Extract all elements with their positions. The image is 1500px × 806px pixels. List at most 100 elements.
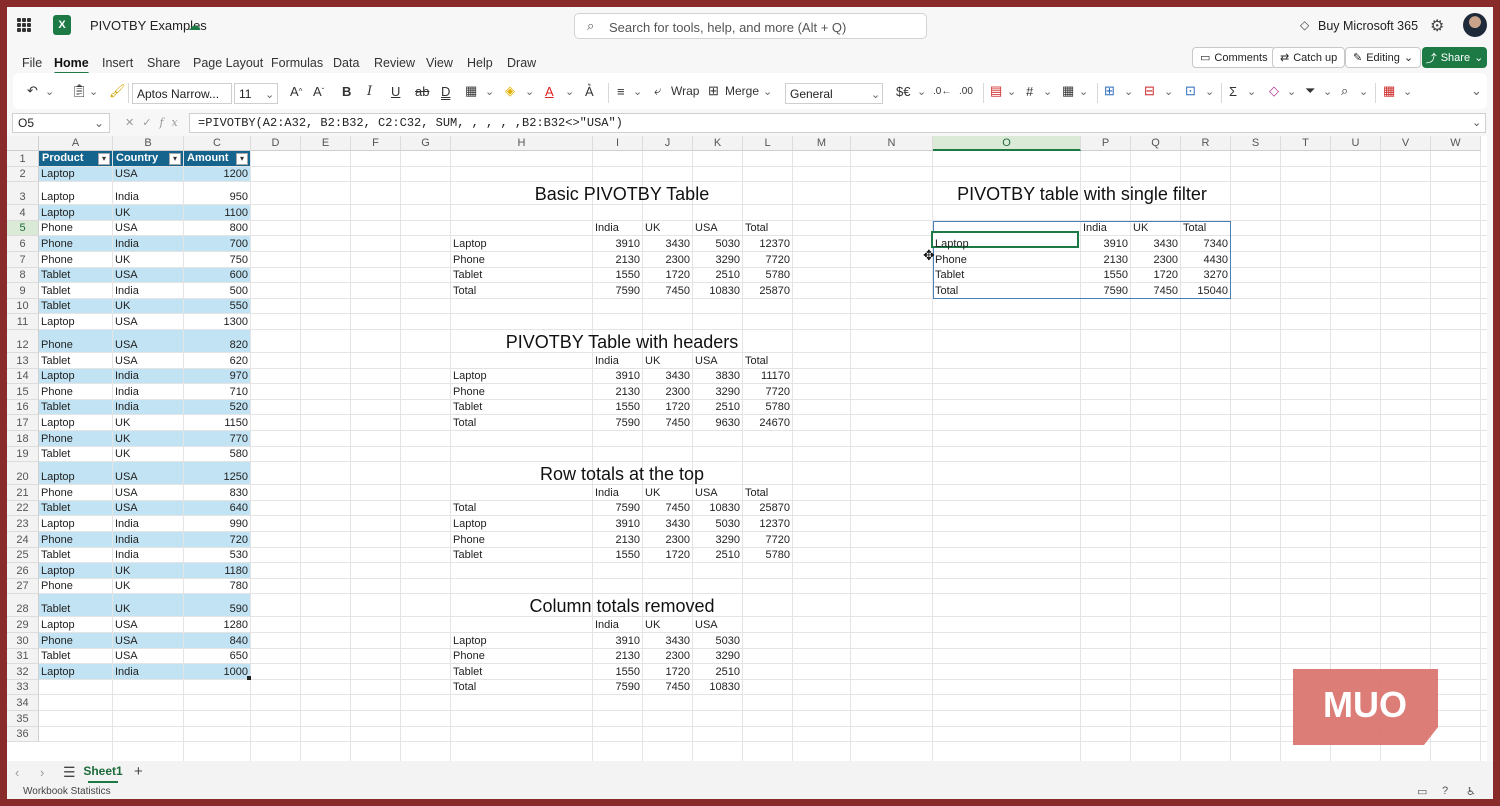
column-header-w[interactable]: W (1431, 136, 1481, 151)
column-header-d[interactable]: D (251, 136, 301, 151)
conditional-format-icon[interactable]: ▤ (990, 82, 1002, 100)
row-header-4[interactable]: 4 (7, 205, 39, 221)
column-header-a[interactable]: A (39, 136, 113, 151)
buy-microsoft-365-link[interactable]: Buy Microsoft 365 (1318, 19, 1418, 33)
catch-up-button[interactable]: ⇄ Catch up (1272, 47, 1346, 68)
chevron-down-icon[interactable]: ⌄ (633, 82, 642, 100)
tab-share[interactable]: Share (147, 56, 180, 70)
column-header-k[interactable]: K (693, 136, 743, 151)
autosum-icon[interactable]: Σ (1229, 82, 1237, 100)
column-header-u[interactable]: U (1331, 136, 1381, 151)
clear-icon[interactable]: ◇ (1269, 82, 1279, 100)
format-painter-icon[interactable]: 🖌︎ (109, 82, 126, 100)
chevron-down-icon[interactable]: ⌄ (1472, 116, 1481, 129)
row-header-15[interactable]: 15 (7, 384, 39, 400)
chevron-down-icon[interactable]: ⌄ (485, 82, 494, 100)
chevron-down-icon[interactable]: ⌄ (763, 82, 772, 100)
row-header-20[interactable]: 20 (7, 462, 39, 486)
decrease-decimal-icon[interactable]: .0← (933, 82, 951, 100)
column-header-i[interactable]: I (593, 136, 643, 151)
tab-formulas[interactable]: Formulas (271, 56, 323, 70)
column-header-m[interactable]: M (793, 136, 851, 151)
row-header-6[interactable]: 6 (7, 236, 39, 252)
chevron-down-icon[interactable]: ⌄ (1247, 82, 1256, 100)
app-launcher-icon[interactable] (17, 18, 31, 32)
row-header-24[interactable]: 24 (7, 532, 39, 548)
row-header-10[interactable]: 10 (7, 298, 39, 315)
add-sheet-icon[interactable]: + (134, 763, 143, 780)
tab-view[interactable]: View (426, 56, 453, 70)
row-header-1[interactable]: 1 (7, 151, 39, 167)
comments-button[interactable]: ▭ Comments (1192, 47, 1276, 68)
avatar[interactable] (1463, 13, 1487, 37)
sheet-tab-sheet1[interactable]: Sheet1 (82, 761, 124, 784)
find-icon[interactable]: ⌕ (1341, 82, 1348, 100)
row-header-23[interactable]: 23 (7, 516, 39, 532)
chevron-down-icon[interactable]: ⌄ (1403, 82, 1412, 100)
row-header-17[interactable]: 17 (7, 415, 39, 431)
search-box[interactable]: ⌕ Search for tools, help, and more (Alt … (574, 13, 927, 39)
row-header-27[interactable]: 27 (7, 578, 39, 595)
expand-ribbon-icon[interactable]: ⌄ (1471, 82, 1482, 100)
chevron-down-icon[interactable]: ⌄ (1164, 82, 1173, 100)
chevron-down-icon[interactable]: ⌄ (1007, 82, 1016, 100)
row-header-14[interactable]: 14 (7, 368, 39, 385)
column-header-e[interactable]: E (301, 136, 351, 151)
wrap-label[interactable]: Wrap (671, 82, 699, 100)
italic-icon[interactable]: I (367, 82, 372, 100)
formula-input[interactable]: =PIVOTBY(A2:A32, B2:B32, C2:C32, SUM, , … (189, 113, 1486, 133)
tab-insert[interactable]: Insert (102, 56, 133, 70)
chevron-down-icon[interactable]: ⌄ (45, 82, 54, 100)
tab-review[interactable]: Review (374, 56, 415, 70)
name-box[interactable]: O5 ⌄ (12, 113, 110, 133)
row-header-30[interactable]: 30 (7, 633, 39, 649)
editing-mode-button[interactable]: ✎ Editing ⌄ (1345, 47, 1422, 68)
format-as-table-icon[interactable]: ▦ (1062, 82, 1074, 100)
row-header-31[interactable]: 31 (7, 648, 39, 665)
font-color-icon[interactable]: A (545, 82, 554, 100)
workbook-statistics-link[interactable]: Workbook Statistics (23, 786, 111, 797)
filter-dropdown-icon[interactable]: ▾ (236, 153, 248, 165)
chevron-down-icon[interactable]: ⌄ (265, 85, 274, 103)
chevron-left-icon[interactable]: ‹ (15, 765, 19, 780)
tab-help[interactable]: Help (467, 56, 493, 70)
decrease-font-icon[interactable]: Aˇ (313, 82, 324, 100)
row-header-5[interactable]: 5 (7, 220, 39, 237)
worksheet-grid[interactable]: A B C D E F G H I J K L M N O P Q R S T U V W 1 2 3 4 5 6 7 8 9 10 11 12 13… (7, 136, 1487, 761)
column-header-n[interactable]: N (851, 136, 933, 151)
chevron-down-icon[interactable]: ⌄ (917, 82, 926, 100)
filter-dropdown-icon[interactable]: ▾ (169, 153, 181, 165)
chevron-down-icon[interactable]: ⌄ (89, 82, 98, 100)
column-header-q[interactable]: Q (1131, 136, 1181, 151)
help-icon[interactable]: ? (1442, 785, 1448, 797)
row-header-29[interactable]: 29 (7, 617, 39, 633)
row-header-34[interactable]: 34 (7, 695, 39, 711)
row-header-19[interactable]: 19 (7, 446, 39, 463)
chevron-down-icon[interactable]: ⌄ (1124, 82, 1133, 100)
number-format-icon[interactable]: # (1026, 82, 1033, 100)
filter-dropdown-icon[interactable]: ▾ (98, 153, 110, 165)
row-header-16[interactable]: 16 (7, 399, 39, 416)
undo-icon[interactable]: ↶ (27, 82, 38, 100)
column-header-r[interactable]: R (1181, 136, 1231, 151)
table-resize-handle[interactable] (247, 675, 251, 680)
merge-label[interactable]: Merge (725, 82, 759, 100)
tab-file[interactable]: File (22, 56, 42, 70)
double-underline-icon[interactable]: D (441, 82, 450, 100)
column-header-v[interactable]: V (1381, 136, 1431, 151)
row-header-22[interactable]: 22 (7, 500, 39, 517)
row-header-3[interactable]: 3 (7, 182, 39, 206)
row-header-28[interactable]: 28 (7, 594, 39, 618)
column-header-p[interactable]: P (1081, 136, 1131, 151)
column-header-o[interactable]: O (933, 136, 1081, 151)
add-ins-icon[interactable]: ▦ (1383, 82, 1395, 100)
chevron-down-icon[interactable]: ⌄ (871, 85, 880, 103)
text-effects-icon[interactable]: A͛ (585, 82, 594, 100)
delete-cells-icon[interactable]: ⊟ (1144, 82, 1155, 100)
row-header-12[interactable]: 12 (7, 330, 39, 353)
bold-icon[interactable]: B (342, 82, 351, 100)
align-icon[interactable]: ≡ (617, 82, 625, 100)
currency-icon[interactable]: $€ (896, 82, 910, 100)
column-header-j[interactable]: J (643, 136, 693, 151)
format-cells-icon[interactable]: ⊡ (1185, 82, 1196, 100)
